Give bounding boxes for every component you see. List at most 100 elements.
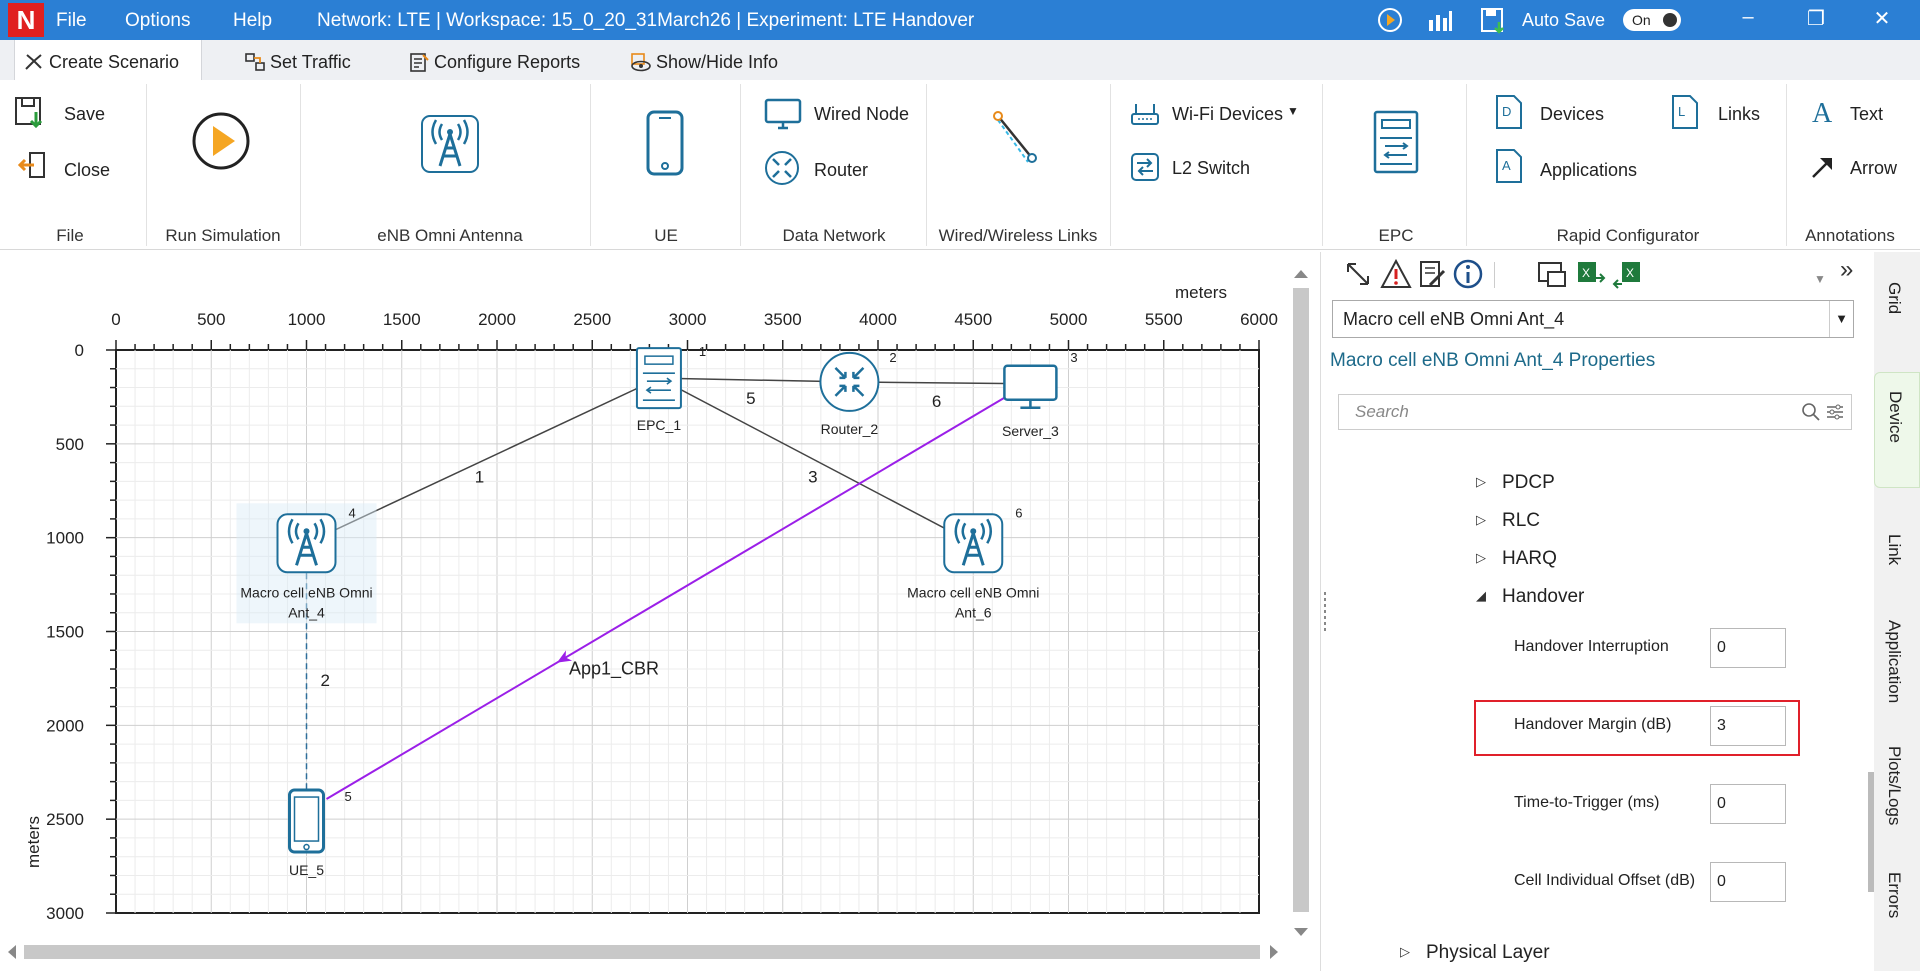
x-tick-label: 5000 [1050, 310, 1088, 329]
node-label: Macro cell eNB Omni [907, 584, 1039, 600]
panel-splitter[interactable] [1320, 252, 1328, 971]
svg-text:X: X [1582, 266, 1590, 280]
ribbon-divider [1110, 84, 1111, 246]
node-label: Server_3 [1002, 423, 1059, 439]
node-label: Router_2 [821, 421, 879, 437]
device-select[interactable]: Macro cell eNB Omni Ant_4 ▼ [1332, 300, 1854, 338]
group-label-run-simulation[interactable]: Run Simulation [150, 226, 296, 246]
menu-help[interactable]: Help [233, 10, 272, 32]
group-label-data-network: Data Network [782, 226, 886, 245]
app-logo-icon: N [8, 3, 44, 37]
grid-canvas[interactable]: 0 500 1000 1500 2000 2500 3000 3500 4000 4500 5000… [0, 252, 1290, 942]
tree-item-harq[interactable]: ▷ HARQ [1476, 548, 1557, 570]
autosave-icon [1481, 8, 1504, 34]
tree-item-handover[interactable]: ◢ Handover [1476, 586, 1585, 608]
panel-options-chevron-icon[interactable]: ▼ [1814, 272, 1826, 286]
y-tick-label: 3000 [46, 904, 84, 923]
warning-icon[interactable] [1380, 258, 1412, 290]
group-label-links: Wired/Wireless Links [938, 226, 1098, 245]
y-tick-label: 1500 [46, 623, 84, 642]
handover-interruption-input[interactable]: 0 [1710, 628, 1786, 668]
router-icon [819, 351, 880, 412]
tree-item-rlc[interactable]: ▷ RLC [1476, 510, 1540, 532]
applications-doc-icon: A [1496, 149, 1522, 183]
side-tabs: Grid Device Link Application Plots/Logs … [1874, 252, 1920, 971]
x-axis-unit-label: meters [1175, 283, 1227, 302]
application-label: App1_CBR [569, 659, 659, 680]
run-simulation-icon[interactable] [190, 110, 252, 172]
collapse-triangle-icon: ◢ [1476, 588, 1486, 603]
side-tab-label: Plots/Logs [1885, 746, 1904, 826]
filter-settings-icon[interactable] [1825, 402, 1845, 422]
run-quick-icon[interactable] [1375, 6, 1405, 34]
expand-icon[interactable] [1342, 258, 1374, 290]
epc-icon [635, 347, 682, 410]
epc-icon[interactable] [1372, 110, 1420, 174]
vertical-scrollbar[interactable] [1290, 268, 1312, 948]
horizontal-scrollbar[interactable] [6, 940, 1284, 964]
wired-wireless-link-icon[interactable] [990, 110, 1040, 166]
y-tick-label: 1000 [46, 529, 84, 548]
link-label: 1 [475, 468, 484, 487]
autosave-toggle[interactable]: On [1623, 9, 1681, 31]
network-canvas[interactable]: 0 500 1000 1500 2000 2500 3000 3500 4000 4500 5000… [0, 252, 1320, 971]
rapid-devices-label: Devices [1540, 104, 1605, 124]
tab-create-scenario-label: Create Scenario [49, 52, 180, 72]
side-tab-errors[interactable]: Errors [1874, 868, 1920, 938]
side-tab-plots-logs[interactable]: Plots/Logs [1874, 744, 1920, 840]
enb-antenna-icon[interactable] [420, 114, 480, 174]
tree-item-pdcp[interactable]: ▷ PDCP [1476, 472, 1555, 494]
enb-antenna-dot [970, 528, 977, 535]
window-layout-icon[interactable] [1536, 258, 1568, 290]
close-icon[interactable]: ✕ [1862, 6, 1902, 31]
excel-export-icon[interactable]: X [1574, 258, 1606, 290]
property-search-input[interactable]: Search [1338, 394, 1852, 430]
node-label: Ant_6 [955, 604, 992, 620]
metrics-chart-icon[interactable] [1425, 6, 1455, 34]
group-label-enb: eNB Omni Antenna [377, 226, 523, 245]
expand-triangle-icon: ▷ [1400, 944, 1410, 959]
ribbon-divider [926, 84, 927, 246]
tab-configure-reports[interactable]: Configure Reports [400, 40, 580, 80]
svg-text:X: X [1626, 266, 1634, 280]
menu-options[interactable]: Options [125, 10, 190, 32]
side-tab-device[interactable]: Device [1874, 372, 1920, 488]
side-tab-application[interactable]: Application [1874, 616, 1920, 726]
cell-individual-offset-input[interactable]: 0 [1710, 862, 1786, 902]
menu-file[interactable]: File [56, 10, 87, 32]
info-icon[interactable] [1452, 258, 1484, 290]
ribbon-divider [300, 84, 301, 246]
enb-antenna-icon [943, 513, 1004, 574]
node-label: Macro cell eNB Omni [240, 584, 372, 600]
tab-create-scenario[interactable]: Create Scenario [14, 40, 202, 80]
minimize-icon[interactable]: – [1728, 6, 1768, 29]
side-tab-grid[interactable]: Grid [1874, 272, 1920, 342]
collapse-panel-icon[interactable]: » [1840, 256, 1853, 284]
tab-show-hide-info[interactable]: Show/Hide Info [622, 40, 778, 80]
excel-import-icon[interactable]: X [1612, 258, 1644, 290]
search-icon[interactable] [1801, 402, 1821, 422]
x-tick-label: 1500 [383, 310, 421, 329]
restore-icon[interactable]: ❐ [1796, 6, 1836, 31]
search-placeholder: Search [1355, 402, 1409, 421]
toolbar-divider [1494, 262, 1495, 288]
node-id-label: 5 [345, 789, 352, 804]
link-label: 2 [321, 671, 330, 690]
x-tick-label: 4000 [859, 310, 897, 329]
group-label-file: File [56, 226, 84, 245]
tree-item-physical-layer[interactable]: ▷ Physical Layer [1400, 942, 1550, 964]
server-monitor-icon [1003, 364, 1058, 402]
side-tab-link[interactable]: Link [1874, 520, 1920, 590]
cell-individual-offset-label: Cell Individual Offset (dB) [1514, 872, 1696, 889]
node-label: Ant_4 [288, 604, 325, 620]
edit-properties-icon[interactable] [1416, 258, 1448, 290]
side-tab-label: Application [1885, 620, 1904, 704]
chevron-down-icon: ▼ [1287, 104, 1299, 118]
time-to-trigger-input[interactable]: 0 [1710, 784, 1786, 824]
ue-phone-icon[interactable] [645, 110, 685, 176]
wired-node-label: Wired Node [814, 104, 910, 124]
tab-set-traffic[interactable]: Set Traffic [236, 40, 351, 80]
node-id-label: 3 [1070, 350, 1077, 365]
rapid-applications-label: Applications [1540, 160, 1638, 180]
tree-item-label: Handover [1502, 586, 1585, 607]
